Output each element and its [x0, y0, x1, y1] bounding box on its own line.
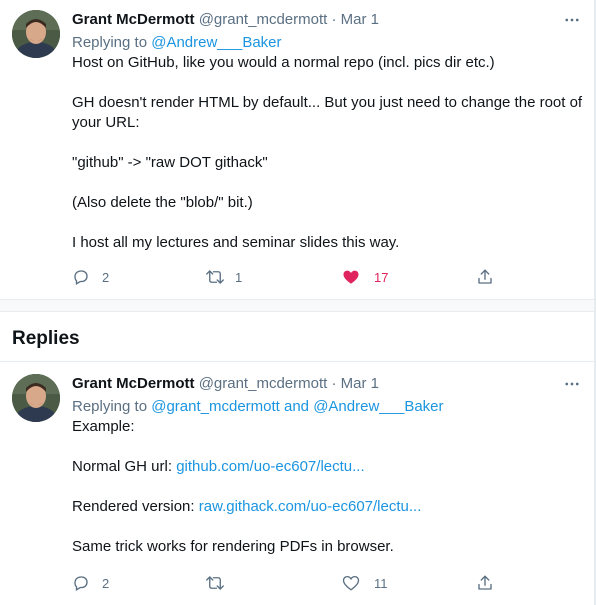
github-link[interactable]: github.com/uo-ec607/lectu...	[176, 458, 364, 475]
avatar-image	[12, 10, 60, 58]
replying-prefix: Replying to	[72, 398, 152, 415]
section-divider	[0, 300, 596, 312]
replies-title: Replies	[12, 328, 80, 349]
author-name[interactable]: Grant McDermott	[72, 375, 195, 392]
tweet-paragraph: "github" -> "raw DOT githack"	[72, 154, 268, 171]
replying-to: Replying to @Andrew___Baker	[72, 33, 584, 53]
replying-to: Replying to @grant_mcdermott and @Andrew…	[72, 397, 584, 417]
tweet-paragraph: I host all my lectures and seminar slide…	[72, 234, 400, 251]
like-button[interactable]: 17	[342, 267, 388, 287]
like-count: 11	[374, 575, 388, 591]
tweet-actions: 2 1 17	[72, 267, 512, 287]
retweet-button[interactable]: 1	[205, 267, 242, 287]
main-tweet[interactable]: Grant McDermott @grant_mcdermott · Mar 1…	[0, 0, 596, 300]
replying-prefix: Replying to	[72, 34, 152, 51]
share-icon	[476, 268, 494, 286]
like-button[interactable]: 11	[342, 573, 388, 593]
reply-count: 2	[102, 269, 110, 285]
share-icon	[476, 574, 494, 592]
tweet-body: Example: Normal GH url: github.com/uo-ec…	[72, 417, 584, 557]
author-name[interactable]: Grant McDermott	[72, 11, 195, 28]
reply-tweet[interactable]: Grant McDermott @grant_mcdermott · Mar 1…	[0, 362, 596, 605]
githack-link[interactable]: raw.githack.com/uo-ec607/lectu...	[199, 498, 422, 515]
reply-bubble-icon	[72, 268, 90, 286]
share-button[interactable]	[476, 267, 494, 287]
mention-link[interactable]: @Andrew___Baker	[151, 34, 281, 51]
reply-button[interactable]: 2	[72, 573, 109, 593]
reply-count: 2	[102, 575, 110, 591]
tweet-paragraph: Same trick works for rendering PDFs in b…	[72, 538, 394, 555]
share-button[interactable]	[476, 573, 494, 593]
avatar[interactable]	[12, 374, 60, 422]
tweet-actions: 2 11	[72, 573, 512, 593]
heart-icon	[342, 574, 360, 592]
tweet-paragraph: Rendered version: raw.githack.com/uo-ec6…	[72, 497, 584, 517]
replies-header: Replies	[0, 313, 596, 362]
tweet-header: Grant McDermott @grant_mcdermott · Mar 1	[72, 374, 584, 394]
separator-dot: ·	[331, 11, 337, 28]
avatar[interactable]	[12, 10, 60, 58]
tweet-content: Grant McDermott @grant_mcdermott · Mar 1…	[72, 374, 584, 557]
mention-link[interactable]: @grant_mcdermott	[151, 398, 280, 415]
replying-and: and	[279, 398, 314, 415]
tweet-content: Grant McDermott @grant_mcdermott · Mar 1…	[72, 10, 584, 253]
tweet-header: Grant McDermott @grant_mcdermott · Mar 1	[72, 10, 584, 30]
tweet-paragraph: (Also delete the "blob/" bit.)	[72, 194, 253, 211]
tweet-paragraph: GH doesn't render HTML by default... But…	[72, 94, 583, 131]
tweet-paragraph: Normal GH url: github.com/uo-ec607/lectu…	[72, 457, 584, 477]
retweet-count: 1	[235, 269, 243, 285]
separator-dot: ·	[331, 375, 337, 392]
more-horizontal-icon[interactable]	[560, 374, 584, 394]
tweet-paragraph: Example:	[72, 418, 135, 435]
retweet-button[interactable]	[205, 573, 235, 593]
tweet-body: Host on GitHub, like you would a normal …	[72, 53, 584, 253]
text-prefix: Normal GH url:	[72, 458, 177, 475]
reply-button[interactable]: 2	[72, 267, 109, 287]
more-horizontal-icon[interactable]	[560, 10, 584, 30]
avatar-image	[12, 374, 60, 422]
text-prefix: Rendered version:	[72, 498, 199, 515]
reply-bubble-icon	[72, 574, 90, 592]
tweet-paragraph: Host on GitHub, like you would a normal …	[72, 54, 495, 71]
author-handle[interactable]: @grant_mcdermott	[199, 375, 328, 392]
tweet-date[interactable]: Mar 1	[341, 375, 379, 392]
mention-link[interactable]: @Andrew___Baker	[313, 398, 443, 415]
author-handle[interactable]: @grant_mcdermott	[199, 11, 328, 28]
like-count: 17	[374, 269, 389, 285]
retweet-icon	[205, 268, 224, 286]
tweet-date[interactable]: Mar 1	[341, 11, 379, 28]
retweet-icon	[205, 574, 224, 592]
heart-icon	[342, 268, 360, 286]
